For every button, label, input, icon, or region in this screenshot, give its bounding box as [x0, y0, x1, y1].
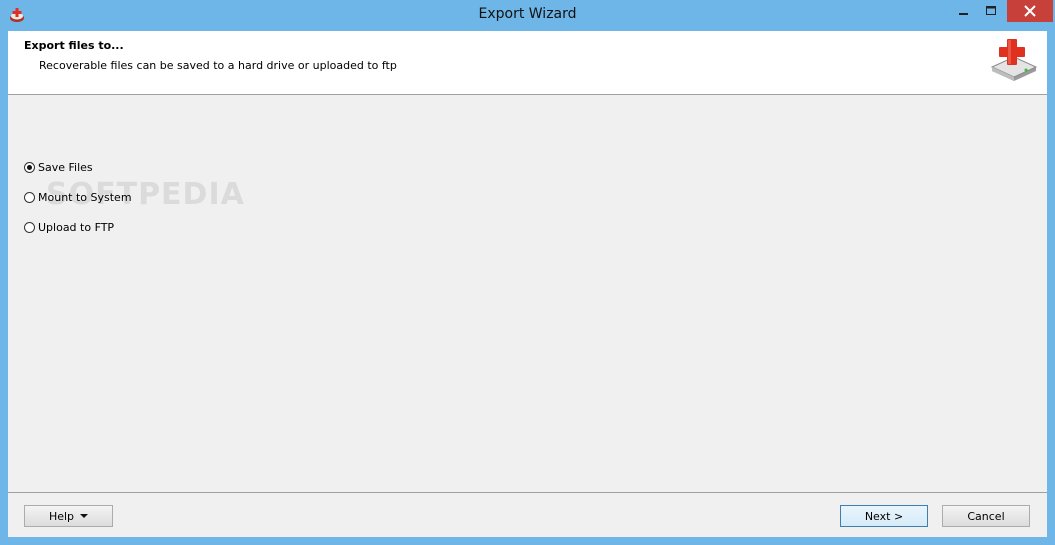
close-icon — [1024, 5, 1036, 17]
wizard-client-area: Export files to... Recoverable files can… — [8, 31, 1047, 537]
next-button-label: Next > — [864, 509, 904, 523]
header-title: Export files to... — [24, 39, 124, 52]
radio-mount-to-system[interactable] — [24, 191, 35, 203]
radio-save-files[interactable] — [24, 161, 35, 173]
chevron-down-icon — [80, 514, 89, 518]
window-title: Export Wizard — [478, 6, 577, 22]
maximize-icon — [986, 6, 996, 15]
cancel-button-label: Cancel — [967, 509, 1005, 523]
drive-plus-icon — [990, 39, 1038, 81]
close-button[interactable] — [1007, 0, 1053, 22]
minimize-icon — [959, 13, 968, 15]
help-button[interactable]: Help — [24, 505, 113, 527]
option-label: Save Files — [38, 160, 93, 174]
next-button[interactable]: Next > — [840, 505, 928, 527]
radio-upload-to-ftp[interactable] — [24, 221, 35, 233]
maximize-button[interactable] — [976, 0, 1006, 22]
option-upload-to-ftp[interactable]: Upload to FTP — [24, 219, 114, 235]
export-wizard-window: Export Wizard Export files to... Recover… — [0, 0, 1055, 545]
footer-divider — [8, 492, 1047, 493]
help-button-label: Help — [48, 509, 75, 523]
option-label: Upload to FTP — [38, 220, 115, 234]
option-save-files[interactable]: Save Files — [24, 159, 93, 175]
header-subtitle: Recoverable files can be saved to a hard… — [39, 59, 397, 72]
option-label: Mount to System — [38, 190, 132, 204]
title-bar[interactable]: Export Wizard — [0, 0, 1055, 31]
wizard-header: Export files to... Recoverable files can… — [8, 31, 1047, 95]
cancel-button[interactable]: Cancel — [942, 505, 1030, 527]
option-mount-to-system[interactable]: Mount to System — [24, 189, 132, 205]
